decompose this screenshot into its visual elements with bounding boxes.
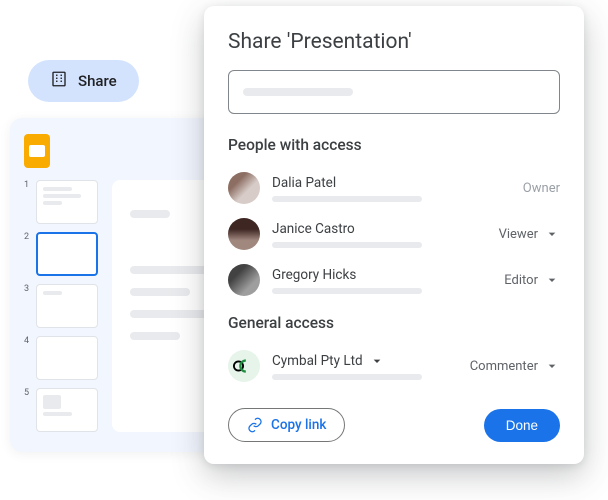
placeholder-icon: [243, 88, 353, 96]
slide-thumbnails: 1 2 3 4 5: [24, 180, 98, 432]
person-name: Gregory Hicks: [272, 267, 492, 283]
person-row: Dalia Patel Owner: [228, 166, 560, 212]
share-search-input[interactable]: [228, 70, 560, 114]
slide-thumb[interactable]: 3: [24, 284, 98, 328]
slide-thumb[interactable]: 2: [24, 232, 98, 276]
slides-logo-icon: [24, 134, 50, 168]
avatar: [228, 264, 260, 296]
role-dropdown[interactable]: Commenter: [470, 358, 560, 374]
thumb-number: 2: [24, 232, 30, 242]
person-name: Dalia Patel: [272, 175, 511, 191]
chevron-down-icon: [544, 226, 560, 242]
thumb-number: 5: [24, 388, 30, 398]
share-button[interactable]: Share: [28, 60, 139, 102]
chevron-down-icon: [544, 358, 560, 374]
chevron-down-icon: [369, 353, 385, 369]
general-section-title: General access: [228, 314, 560, 332]
thumb-number: 4: [24, 336, 30, 346]
org-logo-icon: [228, 350, 260, 382]
role-label: Owner: [523, 181, 560, 196]
copy-link-button[interactable]: Copy link: [228, 408, 345, 442]
person-row: Gregory Hicks Editor: [228, 258, 560, 304]
role-label: Commenter: [470, 359, 538, 374]
role-dropdown[interactable]: Viewer: [499, 226, 560, 242]
role-label: Editor: [504, 273, 538, 288]
copy-link-label: Copy link: [271, 417, 326, 433]
org-name-dropdown[interactable]: Cymbal Pty Ltd: [272, 353, 458, 369]
person-name: Janice Castro: [272, 221, 487, 237]
people-section-title: People with access: [228, 136, 560, 154]
slide-thumb[interactable]: 5: [24, 388, 98, 432]
person-row: Janice Castro Viewer: [228, 212, 560, 258]
slide-thumb[interactable]: 4: [24, 336, 98, 380]
done-button[interactable]: Done: [484, 409, 560, 442]
chevron-down-icon: [544, 272, 560, 288]
role-label: Viewer: [499, 227, 538, 242]
share-dialog: Share 'Presentation' People with access …: [204, 6, 584, 464]
share-button-label: Share: [78, 72, 117, 90]
thumb-number: 1: [24, 180, 30, 190]
thumb-number: 3: [24, 284, 30, 294]
avatar: [228, 218, 260, 250]
org-name: Cymbal Pty Ltd: [272, 353, 363, 369]
dialog-title: Share 'Presentation': [228, 30, 560, 54]
building-icon: [50, 70, 68, 92]
link-icon: [247, 417, 263, 433]
role-dropdown[interactable]: Editor: [504, 272, 560, 288]
slide-thumb[interactable]: 1: [24, 180, 98, 224]
done-label: Done: [506, 418, 538, 433]
org-row: Cymbal Pty Ltd Commenter: [228, 344, 560, 390]
avatar: [228, 172, 260, 204]
